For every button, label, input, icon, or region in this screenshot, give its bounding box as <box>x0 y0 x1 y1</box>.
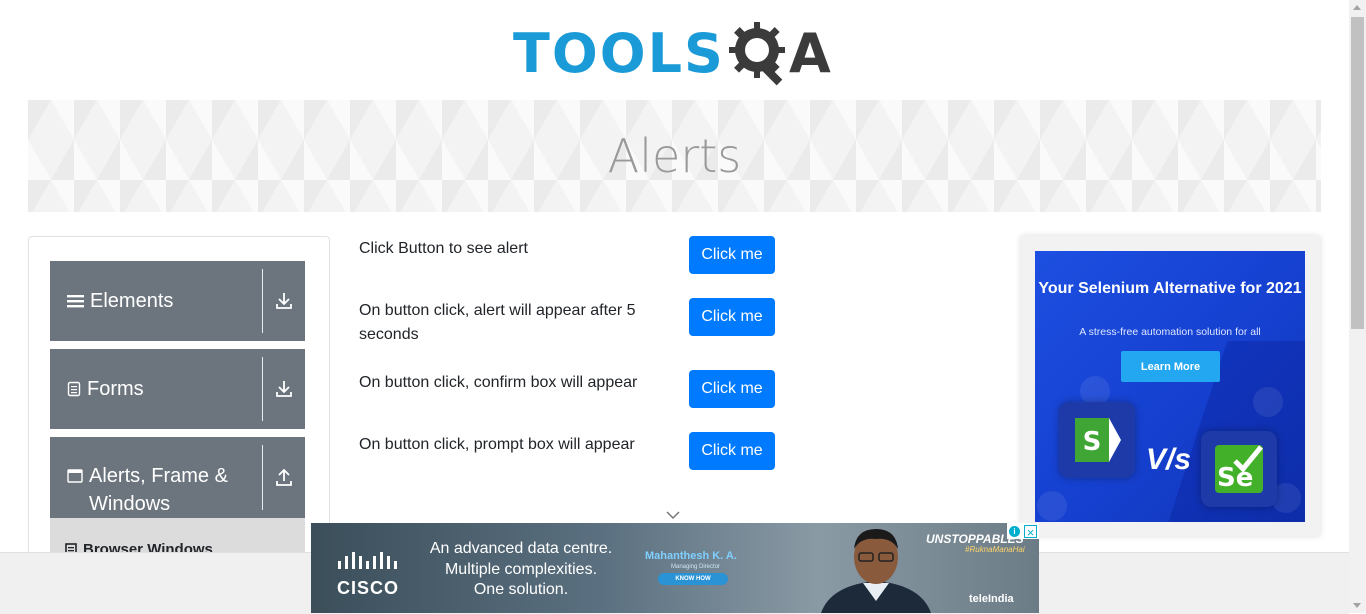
person-photo <box>811 523 941 613</box>
prompt-button[interactable]: Click me <box>689 432 775 470</box>
versus-label: V/s <box>1146 443 1192 476</box>
selenium-text: Se <box>1217 463 1254 493</box>
scroll-down-icon[interactable] <box>1353 603 1361 608</box>
ad-subtitle: A stress-free automation solution for al… <box>1079 326 1261 338</box>
sidebar-group-label-line2: Windows <box>89 493 171 515</box>
sidebar-group-elements[interactable]: Elements <box>50 261 305 341</box>
sidebar-group-label: Elements <box>90 290 174 312</box>
logo-qa-letter: A <box>788 22 831 85</box>
ad-line: One solution. <box>473 581 569 598</box>
sidebar-group-label: Forms <box>87 378 144 400</box>
close-icon[interactable]: × <box>1024 524 1037 539</box>
download-arrow-icon[interactable] <box>263 261 305 341</box>
code-icon <box>1253 387 1283 417</box>
katalon-logo-icon: S <box>1059 402 1135 478</box>
alert-row-label: Click Button to see alert <box>359 240 528 257</box>
bottom-advertisement[interactable]: CISCO An advanced data centre. Multiple … <box>311 523 1039 613</box>
download-arrow-icon[interactable] <box>263 349 305 429</box>
timer-alert-row-label: On button click, alert will appear after… <box>359 302 636 343</box>
confirm-button[interactable]: Click me <box>689 370 775 408</box>
browser-icon <box>1037 491 1067 521</box>
page-banner: Alerts <box>28 100 1321 212</box>
ad-title: Your Selenium Alternative for 2021 <box>1038 280 1302 297</box>
timer-alert-button[interactable]: Click me <box>689 298 775 336</box>
upload-arrow-icon[interactable] <box>263 437 305 518</box>
person-name: Mahanthesh K. A. <box>645 550 737 562</box>
ad-line: Multiple complexities. <box>444 560 598 578</box>
learn-more-button[interactable]: Learn More <box>1121 351 1220 382</box>
sidebar: Elements Forms Alerts, Frame & Windows B… <box>28 236 330 568</box>
alert-button[interactable]: Click me <box>689 236 775 274</box>
right-advertisement[interactable]: Your Selenium Alternative for 2021 A str… <box>1035 251 1305 522</box>
chevron-down-icon[interactable] <box>665 508 681 520</box>
know-how-button[interactable]: KNOW HOW <box>658 573 728 585</box>
person-role: Managing Director <box>671 564 721 570</box>
sidebar-group-forms[interactable]: Forms <box>50 349 305 429</box>
logo-qa-text: A <box>727 18 831 90</box>
scroll-up-icon[interactable] <box>1353 5 1361 10</box>
sidebar-group-label: Alerts, Frame & <box>89 465 228 487</box>
gear-magnifier-icon <box>728 22 785 86</box>
scrollbar-thumb[interactable] <box>1351 17 1364 329</box>
logo-tools-text: TOOLS <box>513 22 725 85</box>
prompt-row-label: On button click, prompt box will appear <box>359 436 635 453</box>
toolsqa-logo[interactable]: TOOLS A <box>513 14 843 94</box>
vertical-scrollbar[interactable] <box>1349 0 1366 613</box>
sidebar-group-alerts-frame-windows[interactable]: Alerts, Frame & Windows <box>50 437 305 518</box>
svg-text:S: S <box>1083 427 1102 457</box>
page-title: Alerts <box>607 129 742 183</box>
cisco-word: CISCO <box>336 578 399 598</box>
adchoices-control[interactable]: i × <box>1007 523 1039 539</box>
document-icon <box>67 375 81 403</box>
partner-logo: teleIndia <box>969 593 1014 605</box>
window-icon <box>67 462 83 490</box>
ad-copy: An advanced data centre. Multiple comple… <box>421 539 621 601</box>
selenium-logo-icon: Se <box>1201 431 1277 507</box>
ad-line: An advanced data centre. <box>429 540 613 557</box>
campaign-hashtag: #RuknaManaHai <box>965 545 1025 554</box>
hamburger-icon <box>67 287 84 315</box>
cisco-logo: CISCO <box>333 551 403 599</box>
info-icon[interactable]: i <box>1009 525 1020 537</box>
confirm-row-label: On button click, confirm box will appear <box>359 374 638 391</box>
